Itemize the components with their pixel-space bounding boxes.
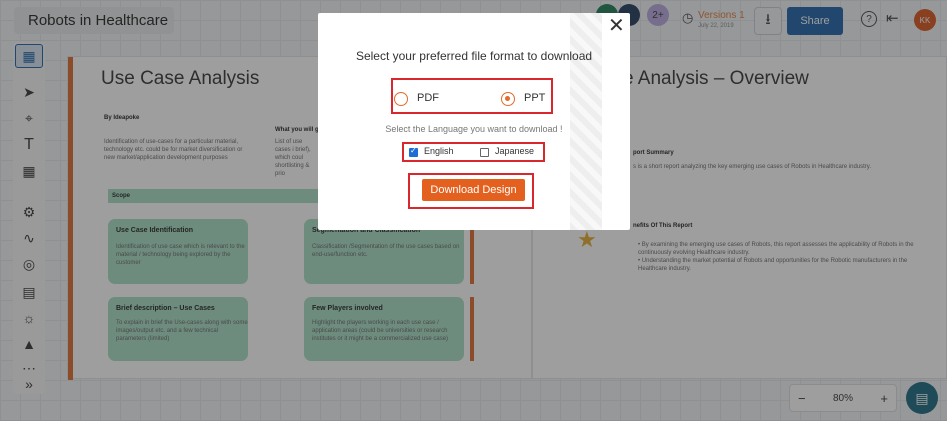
english-label[interactable]: English	[424, 146, 454, 156]
language-prompt: Select the Language you want to download…	[385, 124, 563, 134]
japanese-label[interactable]: Japanese	[495, 146, 534, 156]
japanese-checkbox[interactable]	[480, 148, 489, 157]
decorative-pattern	[570, 13, 602, 230]
ppt-label[interactable]: PPT	[524, 92, 545, 104]
download-modal: ✕ Select your preferred file format to d…	[318, 13, 630, 230]
download-design-button[interactable]: Download Design	[422, 179, 525, 201]
pdf-label[interactable]: PDF	[417, 92, 439, 104]
modal-title: Select your preferred file format to dow…	[355, 49, 593, 63]
ppt-radio[interactable]	[501, 92, 515, 106]
close-icon[interactable]: ✕	[608, 16, 625, 36]
pdf-radio[interactable]	[394, 92, 408, 106]
english-checkbox[interactable]	[409, 146, 418, 157]
